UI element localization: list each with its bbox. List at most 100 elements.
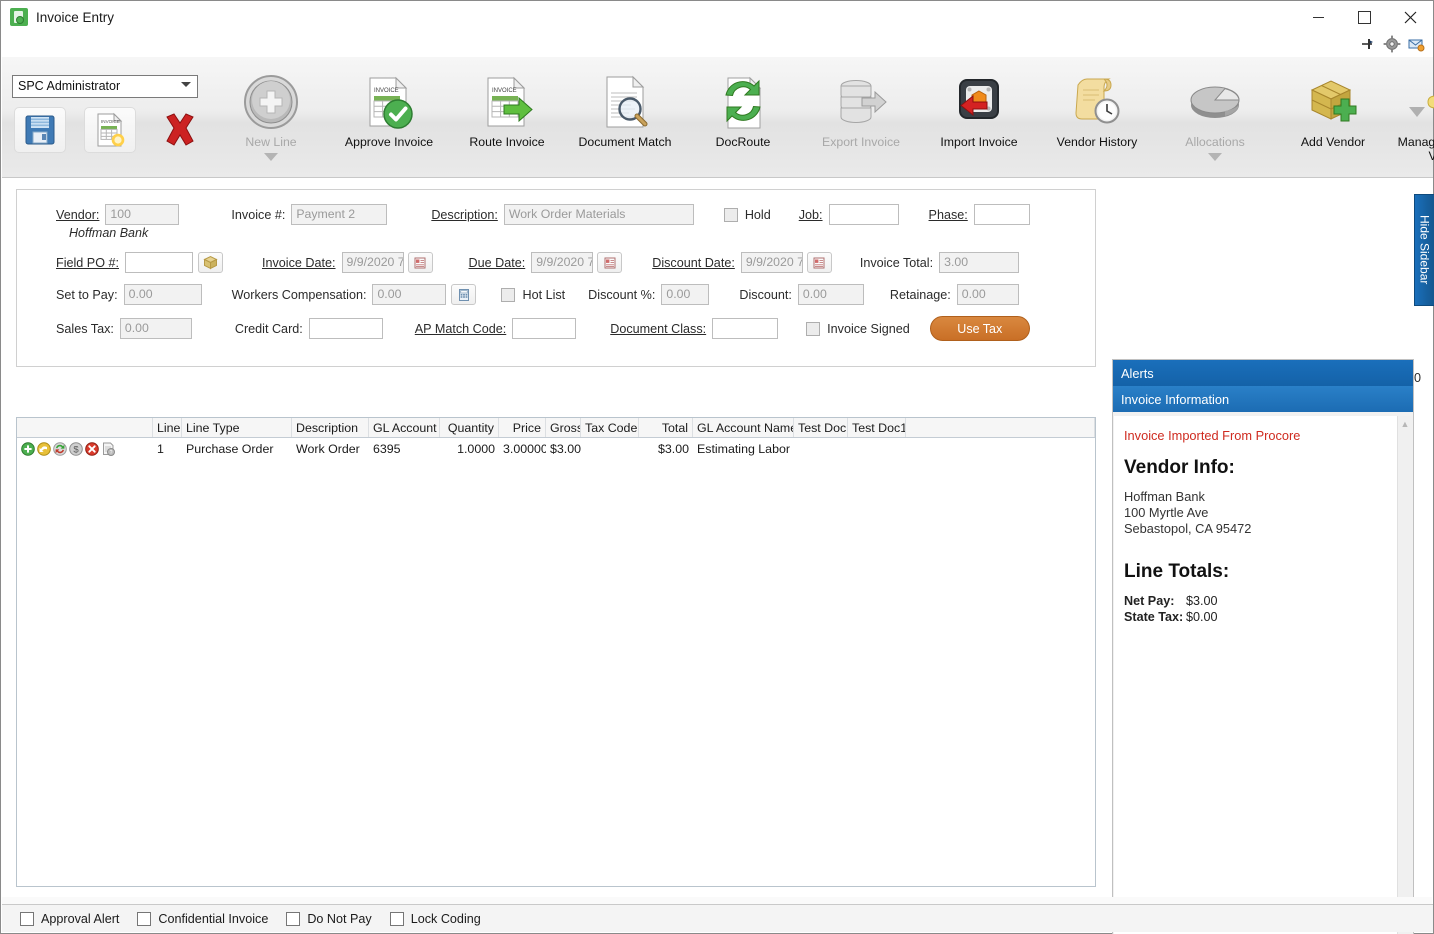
svg-text:$: $ <box>73 445 79 456</box>
box-plus-icon <box>1304 71 1362 133</box>
discount-date-calendar-icon[interactable] <box>806 252 832 273</box>
ribbon-item-docroute[interactable]: DocRoute <box>684 61 802 176</box>
set-to-pay-label: Set to Pay: <box>56 287 118 302</box>
discount-pct-input[interactable]: 0.00 <box>661 284 710 305</box>
user-select[interactable]: SPC Administrator <box>12 75 198 98</box>
ribbon-item-manage-secondary-vendors[interactable]: SALES QUOTATION Manage Secondary Vendors <box>1392 61 1434 176</box>
sidebar-alerts-label: Alerts <box>1121 365 1154 381</box>
new-invoice-button[interactable]: INVOICE <box>84 107 136 153</box>
due-date-calendar-icon[interactable] <box>597 252 623 273</box>
invoice-date-calendar-icon[interactable] <box>407 252 433 273</box>
grid-header-line-type[interactable]: Line Type <box>182 418 292 437</box>
workers-comp-label: Workers Compensation: <box>231 287 367 302</box>
approval-alert-checkbox[interactable] <box>20 911 34 926</box>
grid-header-gl-account-name[interactable]: GL Account Name <box>693 418 794 437</box>
grid-header-line[interactable]: Line <box>153 418 182 437</box>
job-input[interactable] <box>828 204 899 225</box>
ribbon-item-new-line[interactable]: New Line <box>212 61 330 176</box>
ribbon-item-vendor-history[interactable]: Vendor History <box>1038 61 1156 176</box>
maximize-button[interactable] <box>1341 1 1387 33</box>
grid-header-test-doc1[interactable]: Test Doc1 <box>848 418 906 437</box>
chevron-down-icon[interactable] <box>1208 152 1222 161</box>
delete-red-icon[interactable] <box>85 442 99 456</box>
invoice-check-icon: INVOICE <box>360 71 418 133</box>
use-tax-button[interactable]: Use Tax <box>929 316 1030 341</box>
grid-header-quantity[interactable]: Quantity <box>440 418 499 437</box>
lock-coding-checkbox-group[interactable]: Lock Coding <box>389 911 481 926</box>
save-button[interactable] <box>14 107 66 153</box>
grid-header-gl-account[interactable]: GL Account <box>369 418 440 437</box>
lock-coding-checkbox[interactable] <box>389 911 404 926</box>
field-po-input[interactable] <box>125 252 193 273</box>
hide-sidebar-tab[interactable]: Hide Sidebar <box>1414 194 1434 306</box>
grid-header-description[interactable]: Description <box>292 418 369 437</box>
chevron-down-icon[interactable] <box>264 152 278 161</box>
table-row[interactable]: $ ? 1 Purchase Order Work Order 6395 1.0… <box>17 438 1095 460</box>
footer-checkbox-bar: Approval Alert Confidential Invoice Do N… <box>2 904 1433 932</box>
invoice-total-input[interactable]: 3.00 <box>939 252 1020 273</box>
gear-icon[interactable] <box>1383 35 1401 53</box>
document-refresh-icon <box>714 71 772 133</box>
hold-label: Hold <box>744 207 771 222</box>
ribbon-item-approve-invoice[interactable]: INVOICE Approve Invoice <box>330 61 448 176</box>
sidebar-section-alerts[interactable]: Alerts <box>1113 360 1413 386</box>
ribbon-item-allocations[interactable]: Allocations <box>1156 61 1274 176</box>
ribbon-item-label: New Line <box>245 135 297 149</box>
grid-header-total[interactable]: Total <box>639 418 693 437</box>
grid-header-test-doc[interactable]: Test Doc <box>794 418 848 437</box>
workers-comp-input[interactable]: 0.00 <box>372 284 447 305</box>
delete-button[interactable] <box>154 107 206 153</box>
close-button[interactable] <box>1387 1 1433 33</box>
grid-header-price[interactable]: Price <box>499 418 546 437</box>
ap-match-code-input[interactable] <box>512 318 577 339</box>
refresh-green-icon[interactable] <box>53 442 67 456</box>
chevron-up-icon[interactable]: ▲ <box>1398 416 1412 431</box>
undo-yellow-icon[interactable] <box>37 442 51 456</box>
credit-card-input[interactable] <box>308 318 383 339</box>
box-picker-icon[interactable] <box>198 252 223 273</box>
invoice-number-input[interactable]: Payment 2 <box>291 204 388 225</box>
ribbon-item-import-invoice[interactable]: Import Invoice <box>920 61 1038 176</box>
invoice-date-input[interactable]: 9/9/2020 7: <box>341 252 404 273</box>
minimize-button[interactable] <box>1295 1 1341 33</box>
sidebar-invoice-information-body: Invoice Imported From Procore Vendor Inf… <box>1114 416 1399 934</box>
dollar-gray-icon[interactable]: $ <box>69 442 83 456</box>
hot-list-checkbox[interactable] <box>501 287 516 302</box>
ap-match-code-label: AP Match Code: <box>414 321 507 336</box>
invoice-signed-checkbox[interactable] <box>806 321 821 336</box>
invoice-lines-grid: Line Line Type Description GL Account Qu… <box>16 417 1096 887</box>
set-to-pay-input[interactable]: 0.00 <box>123 284 202 305</box>
retainage-input[interactable]: 0.00 <box>956 284 1019 305</box>
svg-text:INVOICE: INVOICE <box>101 119 120 124</box>
discount-input[interactable]: 0.00 <box>797 284 864 305</box>
add-green-icon[interactable] <box>21 442 35 456</box>
description-input[interactable]: Work Order Materials <box>503 204 694 225</box>
grid-header-gross[interactable]: Gross <box>546 418 581 437</box>
pin-icon[interactable] <box>1359 35 1377 53</box>
ribbon-item-add-vendor[interactable]: Add Vendor <box>1274 61 1392 176</box>
ribbon-item-route-invoice[interactable]: INVOICE Route Invoice <box>448 61 566 176</box>
ribbon-overflow-chevron-down-icon[interactable] <box>1409 107 1425 117</box>
hold-checkbox[interactable] <box>723 207 738 222</box>
due-date-input[interactable]: 9/9/2020 7: <box>531 252 594 273</box>
row-action-icons: $ ? <box>17 442 153 456</box>
approval-alert-checkbox-group[interactable]: Approval Alert <box>20 911 119 926</box>
calculator-icon[interactable] <box>451 284 477 305</box>
sidebar-scrollbar[interactable]: ▲ ▼ <box>1397 416 1412 934</box>
info-document-icon[interactable]: ? <box>101 442 116 456</box>
ribbon-item-document-match[interactable]: Document Match <box>566 61 684 176</box>
do-not-pay-checkbox-group[interactable]: Do Not Pay <box>286 911 372 926</box>
do-not-pay-checkbox[interactable] <box>286 911 301 926</box>
confidential-invoice-checkbox[interactable] <box>137 911 152 926</box>
grid-header-tax-code[interactable]: Tax Code <box>581 418 639 437</box>
confidential-invoice-checkbox-group[interactable]: Confidential Invoice <box>137 911 268 926</box>
discount-date-input[interactable]: 9/9/2020 7: <box>740 252 803 273</box>
mail-alert-icon[interactable] <box>1407 35 1425 53</box>
ribbon-item-export-invoice[interactable]: Export Invoice <box>802 61 920 176</box>
invoice-signed-label: Invoice Signed <box>827 321 910 336</box>
sales-tax-input[interactable]: 0.00 <box>119 318 192 339</box>
vendor-input[interactable]: 100 <box>105 204 180 225</box>
document-class-input[interactable] <box>712 318 779 339</box>
phase-input[interactable] <box>973 204 1030 225</box>
sidebar-section-invoice-information[interactable]: Invoice Information <box>1113 386 1413 412</box>
